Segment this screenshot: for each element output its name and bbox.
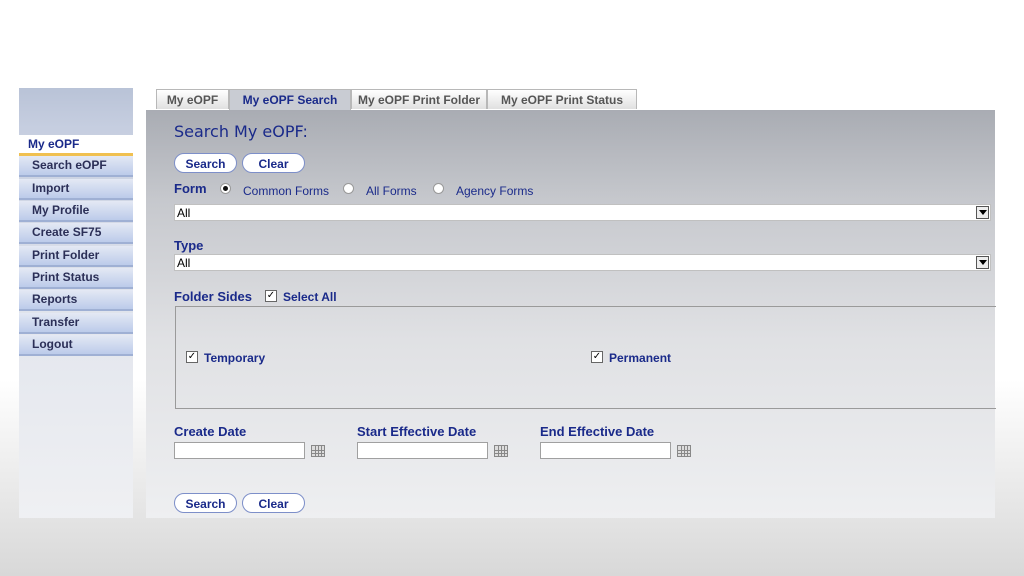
radio-common-forms[interactable]: [220, 183, 231, 194]
tab-my-eopf[interactable]: My eOPF: [156, 89, 229, 109]
sidebar: My eOPF Search eOPF Import My Profile Cr…: [19, 88, 133, 518]
type-select-value: All: [177, 256, 191, 270]
end-effective-date-label: End Effective Date: [540, 424, 655, 439]
radio-common-forms-label: Common Forms: [243, 184, 330, 198]
form-label: Form: [174, 181, 207, 196]
clear-button-bottom[interactable]: Clear: [242, 493, 305, 513]
sidebar-item-transfer[interactable]: Transfer: [19, 313, 133, 334]
start-effective-date-label: Start Effective Date: [357, 424, 477, 439]
search-button-bottom[interactable]: Search: [174, 493, 237, 513]
sidebar-item-search-eopf[interactable]: Search eOPF: [19, 156, 133, 177]
type-select[interactable]: All: [174, 254, 991, 271]
page-title: Search My eOPF:: [174, 122, 308, 141]
folder-sides-label: Folder Sides: [174, 289, 253, 304]
search-button[interactable]: Search: [174, 153, 237, 173]
form-select-value: All: [177, 206, 191, 220]
create-date-label: Create Date: [174, 424, 247, 439]
sidebar-item-reports[interactable]: Reports: [19, 290, 133, 311]
start-effective-date-input[interactable]: [357, 442, 488, 459]
tab-my-eopf-print-folder[interactable]: My eOPF Print Folder: [351, 89, 487, 109]
temporary-label: Temporary: [204, 351, 266, 365]
dropdown-arrow-icon[interactable]: [976, 206, 989, 219]
permanent-checkbox[interactable]: ✓: [591, 351, 603, 363]
sidebar-item-print-folder[interactable]: Print Folder: [19, 246, 133, 267]
sidebar-item-create-sf75[interactable]: Create SF75: [19, 223, 133, 244]
select-all-checkbox[interactable]: ✓: [265, 290, 277, 302]
search-panel: Search My eOPF: Search Clear Form Common…: [146, 110, 996, 518]
tab-my-eopf-print-status[interactable]: My eOPF Print Status: [487, 89, 637, 109]
temporary-checkbox[interactable]: ✓: [186, 351, 198, 363]
sidebar-item-print-status[interactable]: Print Status: [19, 268, 133, 289]
folder-sides-box: [175, 306, 996, 409]
radio-agency-forms-label: Agency Forms: [456, 184, 534, 198]
select-all-label: Select All: [283, 290, 337, 304]
clear-button[interactable]: Clear: [242, 153, 305, 173]
form-select[interactable]: All: [174, 204, 991, 221]
sidebar-item-import[interactable]: Import: [19, 179, 133, 200]
calendar-icon[interactable]: [311, 445, 325, 457]
calendar-icon[interactable]: [677, 445, 691, 457]
tab-my-eopf-search[interactable]: My eOPF Search: [229, 89, 351, 110]
permanent-label: Permanent: [609, 351, 672, 365]
radio-agency-forms[interactable]: [433, 183, 444, 194]
radio-all-forms-label: All Forms: [366, 184, 417, 198]
sidebar-item-my-profile[interactable]: My Profile: [19, 201, 133, 222]
sidebar-title: My eOPF: [19, 135, 133, 156]
end-effective-date-input[interactable]: [540, 442, 671, 459]
type-label: Type: [174, 238, 204, 253]
create-date-input[interactable]: [174, 442, 305, 459]
calendar-icon[interactable]: [494, 445, 508, 457]
dropdown-arrow-icon[interactable]: [976, 256, 989, 269]
sidebar-item-logout[interactable]: Logout: [19, 335, 133, 356]
radio-all-forms[interactable]: [343, 183, 354, 194]
